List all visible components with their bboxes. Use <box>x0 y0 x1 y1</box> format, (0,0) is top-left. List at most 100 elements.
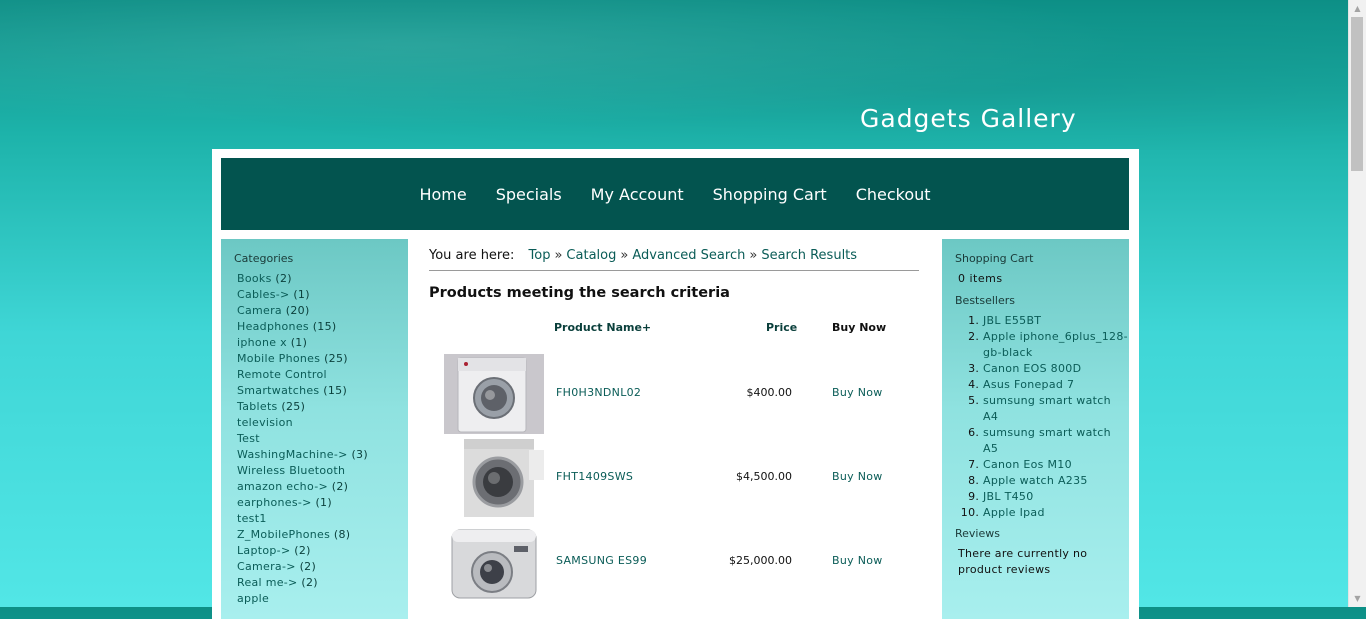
page-title: Products meeting the search criteria <box>429 285 730 301</box>
buy-now-link[interactable]: Buy Now <box>832 386 883 399</box>
category-name[interactable]: Camera <box>237 304 282 317</box>
category-name[interactable]: Smartwatches <box>237 384 319 397</box>
product-row: FH0H3NDNL02 $400.00 Buy Now <box>429 352 920 436</box>
nav-shopping-cart-link[interactable]: Shopping Cart <box>698 185 841 204</box>
bestseller-item[interactable]: Canon EOS 800D <box>983 361 1129 377</box>
sort-by-name-link[interactable]: Product Name+ <box>554 321 651 334</box>
shopping-cart-heading[interactable]: Shopping Cart <box>942 250 1129 267</box>
category-count: (1) <box>290 336 308 349</box>
category-count: (25) <box>324 352 348 365</box>
category-name[interactable]: WashingMachine-> <box>237 448 348 461</box>
category-name[interactable]: Laptop-> <box>237 544 290 557</box>
category-item[interactable]: Camera (20) <box>237 303 408 319</box>
main-content: You are here: Top» Catalog» Advanced Searc… <box>429 246 920 619</box>
category-item[interactable]: apple <box>237 591 408 607</box>
bestseller-item[interactable]: JBL E55BT <box>983 313 1129 329</box>
product-price: $400.00 <box>746 386 793 399</box>
nav-checkout-link[interactable]: Checkout <box>841 185 945 204</box>
category-name[interactable]: Mobile Phones <box>237 352 320 365</box>
washing-machine-icon[interactable] <box>444 354 544 434</box>
buy-now-link[interactable]: Buy Now <box>832 554 883 567</box>
category-item[interactable]: television <box>237 415 408 431</box>
product-row: SAMSUNG ES99 $25,000.00 Buy Now <box>429 520 920 604</box>
category-item[interactable]: earphones-> (1) <box>237 495 408 511</box>
category-item[interactable]: Test <box>237 431 408 447</box>
categories-list: Books (2) Cables-> (1) Camera (20) Headphon… <box>221 271 408 607</box>
scroll-down-icon[interactable]: ▼ <box>1349 590 1366 607</box>
category-name[interactable]: earphones-> <box>237 496 312 509</box>
breadcrumb: You are here: Top» Catalog» Advanced Searc… <box>429 246 919 271</box>
category-name[interactable]: Wireless Bluetooth <box>237 464 345 477</box>
bestseller-item[interactable]: Canon Eos M10 <box>983 457 1129 473</box>
scrollbar-thumb[interactable] <box>1351 17 1363 171</box>
category-name[interactable]: test1 <box>237 512 267 525</box>
category-item[interactable]: WashingMachine-> (3) <box>237 447 408 463</box>
right-sidebar: Shopping Cart 0 items Bestsellers JBL E5… <box>942 239 1129 619</box>
category-item[interactable]: Z_MobilePhones (8) <box>237 527 408 543</box>
category-name[interactable]: Cables-> <box>237 288 290 301</box>
product-name-link[interactable]: SAMSUNG ES99 <box>556 554 647 567</box>
price-column-header[interactable]: Price <box>766 321 797 334</box>
category-count: (20) <box>285 304 310 317</box>
category-item[interactable]: iphone x (1) <box>237 335 408 351</box>
buy-now-link[interactable]: Buy Now <box>832 470 883 483</box>
bestseller-item[interactable]: Asus Fonepad 7 <box>983 377 1129 393</box>
category-name[interactable]: Camera-> <box>237 560 296 573</box>
category-count: (2) <box>299 560 317 573</box>
category-name[interactable]: Books <box>237 272 272 285</box>
categories-heading: Categories <box>234 252 294 265</box>
category-item[interactable]: Wireless Bluetooth <box>237 463 408 479</box>
scroll-up-icon[interactable]: ▲ <box>1349 0 1366 17</box>
washing-machine-icon[interactable] <box>444 438 544 518</box>
bestseller-item[interactable]: Apple Ipad <box>983 505 1129 521</box>
category-name[interactable]: television <box>237 416 293 429</box>
product-name-link[interactable]: FH0H3NDNL02 <box>556 386 641 399</box>
nav-home-link[interactable]: Home <box>405 185 481 204</box>
category-item[interactable]: Books (2) <box>237 271 408 287</box>
category-item[interactable]: Camera-> (2) <box>237 559 408 575</box>
category-name[interactable]: iphone x <box>237 336 287 349</box>
category-item[interactable]: test1 <box>237 511 408 527</box>
breadcrumb-catalog-link[interactable]: Catalog <box>566 248 616 263</box>
vertical-scrollbar[interactable]: ▲ ▼ <box>1348 0 1366 607</box>
bestseller-item[interactable]: sumsung smart watch A4 <box>983 393 1129 425</box>
nav-my-account-link[interactable]: My Account <box>576 185 698 204</box>
header-background <box>0 0 1349 150</box>
bestsellers-list: JBL E55BTApple iphone_6plus_128-gb-black… <box>942 313 1129 521</box>
breadcrumb-advanced-search-link[interactable]: Advanced Search <box>632 248 745 263</box>
product-row: FHT1409SWS $4,500.00 Buy Now <box>429 436 920 520</box>
breadcrumb-top-link[interactable]: Top <box>529 248 551 263</box>
breadcrumb-separator: » <box>554 248 563 263</box>
category-name[interactable]: Real me-> <box>237 576 298 589</box>
category-count: (15) <box>312 320 337 333</box>
product-name-link[interactable]: FHT1409SWS <box>556 470 633 483</box>
breadcrumb-search-results-link[interactable]: Search Results <box>761 248 857 263</box>
camera-icon[interactable] <box>444 522 544 602</box>
page-container: Home Specials My Account Shopping Cart C… <box>212 149 1139 619</box>
reviews-heading[interactable]: Reviews <box>942 525 1129 542</box>
nav-specials-link[interactable]: Specials <box>481 185 576 204</box>
category-name[interactable]: Test <box>237 432 260 445</box>
category-item[interactable]: Laptop-> (2) <box>237 543 408 559</box>
category-count: (2) <box>331 480 349 493</box>
cart-items-count: 0 items <box>958 272 1003 285</box>
bestseller-item[interactable]: Apple iphone_6plus_128-gb-black <box>983 329 1129 361</box>
category-item[interactable]: Remote Control <box>237 367 408 383</box>
category-name[interactable]: Remote Control <box>237 368 327 381</box>
category-item[interactable]: Tablets (25) <box>237 399 408 415</box>
category-item[interactable]: amazon echo-> (2) <box>237 479 408 495</box>
bestseller-item[interactable]: Apple watch A235 <box>983 473 1129 489</box>
bestseller-item[interactable]: JBL T450 <box>983 489 1129 505</box>
category-item[interactable]: Real me-> (2) <box>237 575 408 591</box>
category-item[interactable]: Cables-> (1) <box>237 287 408 303</box>
category-name[interactable]: Headphones <box>237 320 309 333</box>
category-name[interactable]: Z_MobilePhones <box>237 528 330 541</box>
category-item[interactable]: Smartwatches (15) <box>237 383 408 399</box>
category-name[interactable]: Tablets <box>237 400 278 413</box>
bestseller-item[interactable]: sumsung smart watch A5 <box>983 425 1129 457</box>
category-name[interactable]: apple <box>237 592 269 605</box>
category-item[interactable]: Mobile Phones (25) <box>237 351 408 367</box>
category-name[interactable]: amazon echo-> <box>237 480 328 493</box>
category-count: (3) <box>351 448 368 461</box>
category-item[interactable]: Headphones (15) <box>237 319 408 335</box>
